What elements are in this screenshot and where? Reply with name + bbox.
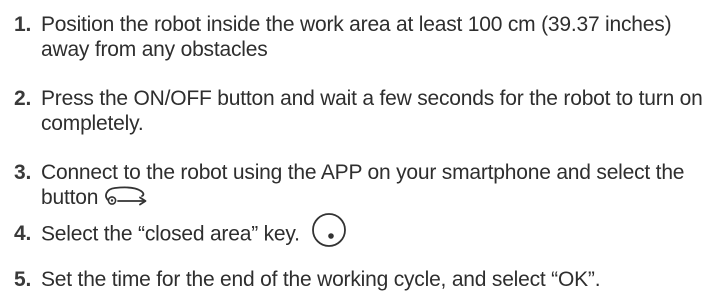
path-loop-icon bbox=[104, 185, 150, 207]
step-number: 3. bbox=[14, 161, 32, 184]
step-text: Set the time for the end of the working … bbox=[41, 268, 601, 291]
closed-area-icon bbox=[310, 211, 348, 249]
step-2: 2. Press the ON/OFF button and wait a fe… bbox=[14, 86, 706, 136]
step-number: 1. bbox=[14, 13, 32, 36]
instruction-steps: 1. Position the robot inside the work ar… bbox=[14, 2, 706, 292]
step-text: Position the robot inside the work area … bbox=[41, 13, 672, 61]
step-number: 2. bbox=[14, 87, 32, 110]
step-number: 4. bbox=[14, 222, 32, 245]
step-number: 5. bbox=[14, 268, 32, 291]
step-1: 1. Position the robot inside the work ar… bbox=[14, 12, 706, 62]
step-4: 4. Select the “closed area” key. bbox=[14, 213, 706, 249]
step-5: 5. Set the time for the end of the worki… bbox=[14, 267, 706, 292]
step-3: 3. Connect to the robot using the APP on… bbox=[14, 160, 706, 210]
step-text: Press the ON/OFF button and wait a few s… bbox=[41, 87, 703, 135]
step-text: Select the “closed area” key. bbox=[41, 222, 300, 246]
